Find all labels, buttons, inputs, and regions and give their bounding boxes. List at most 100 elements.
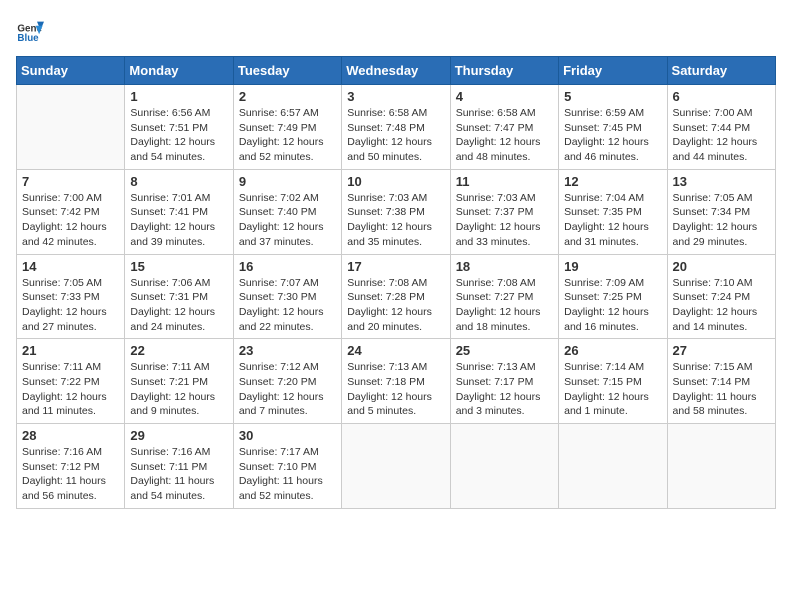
day-number: 6 [673,89,770,104]
calendar-week-row: 1 Sunrise: 6:56 AMSunset: 7:51 PMDaylight… [17,85,776,170]
calendar-cell: 1 Sunrise: 6:56 AMSunset: 7:51 PMDaylight… [125,85,233,170]
day-number: 23 [239,343,336,358]
day-info: Sunrise: 7:00 AMSunset: 7:44 PMDaylight:… [673,106,770,165]
calendar-cell: 19 Sunrise: 7:09 AMSunset: 7:25 PMDayligh… [559,254,667,339]
calendar-cell [559,424,667,509]
logo: Gene Blue [16,16,48,44]
calendar-cell: 12 Sunrise: 7:04 AMSunset: 7:35 PMDayligh… [559,169,667,254]
calendar-cell: 24 Sunrise: 7:13 AMSunset: 7:18 PMDayligh… [342,339,450,424]
calendar-header-row: SundayMondayTuesdayWednesdayThursdayFrid… [17,57,776,85]
svg-text:Blue: Blue [17,33,39,44]
day-number: 17 [347,259,444,274]
calendar-cell [342,424,450,509]
day-info: Sunrise: 6:59 AMSunset: 7:45 PMDaylight:… [564,106,661,165]
day-number: 22 [130,343,227,358]
calendar-cell: 28 Sunrise: 7:16 AMSunset: 7:12 PMDayligh… [17,424,125,509]
day-number: 3 [347,89,444,104]
day-number: 25 [456,343,553,358]
day-info: Sunrise: 6:56 AMSunset: 7:51 PMDaylight:… [130,106,227,165]
day-info: Sunrise: 7:16 AMSunset: 7:12 PMDaylight:… [22,445,119,504]
day-number: 18 [456,259,553,274]
calendar-week-row: 7 Sunrise: 7:00 AMSunset: 7:42 PMDaylight… [17,169,776,254]
calendar-cell: 25 Sunrise: 7:13 AMSunset: 7:17 PMDayligh… [450,339,558,424]
calendar-cell: 16Sunrise: 7:07 AMSunset: 7:30 PMDayligh… [233,254,341,339]
day-info: Sunrise: 7:03 AMSunset: 7:37 PMDaylight:… [456,191,553,250]
calendar-cell [667,424,775,509]
day-number: 14 [22,259,119,274]
weekday-header: Friday [559,57,667,85]
calendar-cell: 7 Sunrise: 7:00 AMSunset: 7:42 PMDaylight… [17,169,125,254]
day-info: Sunrise: 7:03 AMSunset: 7:38 PMDaylight:… [347,191,444,250]
weekday-header: Thursday [450,57,558,85]
day-number: 11 [456,174,553,189]
day-info: Sunrise: 7:12 AMSunset: 7:20 PMDaylight:… [239,360,336,419]
day-info: Sunrise: 7:08 AMSunset: 7:27 PMDaylight:… [456,276,553,335]
calendar-cell [450,424,558,509]
day-info: Sunrise: 7:11 AMSunset: 7:22 PMDaylight:… [22,360,119,419]
day-number: 30 [239,428,336,443]
calendar-cell: 15Sunrise: 7:06 AMSunset: 7:31 PMDayligh… [125,254,233,339]
page-header: Gene Blue [16,16,776,44]
day-number: 26 [564,343,661,358]
day-number: 9 [239,174,336,189]
calendar-cell: 9Sunrise: 7:02 AMSunset: 7:40 PMDaylight… [233,169,341,254]
day-info: Sunrise: 6:58 AMSunset: 7:48 PMDaylight:… [347,106,444,165]
logo-icon: Gene Blue [16,16,44,44]
day-number: 12 [564,174,661,189]
day-info: Sunrise: 7:15 AMSunset: 7:14 PMDaylight:… [673,360,770,419]
day-info: Sunrise: 7:11 AMSunset: 7:21 PMDaylight:… [130,360,227,419]
calendar-cell: 13Sunrise: 7:05 AMSunset: 7:34 PMDayligh… [667,169,775,254]
day-info: Sunrise: 7:13 AMSunset: 7:17 PMDaylight:… [456,360,553,419]
calendar-cell: 3 Sunrise: 6:58 AMSunset: 7:48 PMDaylight… [342,85,450,170]
calendar-cell: 8 Sunrise: 7:01 AMSunset: 7:41 PMDaylight… [125,169,233,254]
day-number: 5 [564,89,661,104]
day-info: Sunrise: 7:09 AMSunset: 7:25 PMDaylight:… [564,276,661,335]
day-info: Sunrise: 7:14 AMSunset: 7:15 PMDaylight:… [564,360,661,419]
day-info: Sunrise: 7:16 AMSunset: 7:11 PMDaylight:… [130,445,227,504]
calendar-cell: 6 Sunrise: 7:00 AMSunset: 7:44 PMDaylight… [667,85,775,170]
calendar-cell: 18 Sunrise: 7:08 AMSunset: 7:27 PMDayligh… [450,254,558,339]
day-info: Sunrise: 7:08 AMSunset: 7:28 PMDaylight:… [347,276,444,335]
day-number: 1 [130,89,227,104]
day-info: Sunrise: 7:13 AMSunset: 7:18 PMDaylight:… [347,360,444,419]
calendar-cell: 11 Sunrise: 7:03 AMSunset: 7:37 PMDayligh… [450,169,558,254]
day-info: Sunrise: 7:04 AMSunset: 7:35 PMDaylight:… [564,191,661,250]
day-info: Sunrise: 7:00 AMSunset: 7:42 PMDaylight:… [22,191,119,250]
day-info: Sunrise: 7:01 AMSunset: 7:41 PMDaylight:… [130,191,227,250]
calendar-cell: 26 Sunrise: 7:14 AMSunset: 7:15 PMDayligh… [559,339,667,424]
day-number: 29 [130,428,227,443]
weekday-header: Monday [125,57,233,85]
calendar-week-row: 14 Sunrise: 7:05 AMSunset: 7:33 PMDayligh… [17,254,776,339]
calendar-week-row: 28 Sunrise: 7:16 AMSunset: 7:12 PMDayligh… [17,424,776,509]
weekday-header: Saturday [667,57,775,85]
calendar-cell: 27 Sunrise: 7:15 AMSunset: 7:14 PMDayligh… [667,339,775,424]
day-number: 8 [130,174,227,189]
day-number: 27 [673,343,770,358]
calendar-cell: 21Sunrise: 7:11 AMSunset: 7:22 PMDayligh… [17,339,125,424]
weekday-header: Sunday [17,57,125,85]
day-number: 28 [22,428,119,443]
day-number: 24 [347,343,444,358]
day-number: 15 [130,259,227,274]
day-info: Sunrise: 7:05 AMSunset: 7:34 PMDaylight:… [673,191,770,250]
calendar-week-row: 21Sunrise: 7:11 AMSunset: 7:22 PMDayligh… [17,339,776,424]
day-info: Sunrise: 7:10 AMSunset: 7:24 PMDaylight:… [673,276,770,335]
day-number: 4 [456,89,553,104]
day-number: 20 [673,259,770,274]
calendar-cell [17,85,125,170]
calendar-cell: 5 Sunrise: 6:59 AMSunset: 7:45 PMDaylight… [559,85,667,170]
weekday-header: Wednesday [342,57,450,85]
day-number: 16 [239,259,336,274]
calendar-cell: 22 Sunrise: 7:11 AMSunset: 7:21 PMDayligh… [125,339,233,424]
day-info: Sunrise: 7:05 AMSunset: 7:33 PMDaylight:… [22,276,119,335]
day-number: 2 [239,89,336,104]
calendar-cell: 30Sunrise: 7:17 AMSunset: 7:10 PMDayligh… [233,424,341,509]
day-info: Sunrise: 6:58 AMSunset: 7:47 PMDaylight:… [456,106,553,165]
calendar-cell: 23 Sunrise: 7:12 AMSunset: 7:20 PMDayligh… [233,339,341,424]
day-number: 19 [564,259,661,274]
calendar-cell: 2Sunrise: 6:57 AMSunset: 7:49 PMDaylight… [233,85,341,170]
calendar-cell: 29 Sunrise: 7:16 AMSunset: 7:11 PMDayligh… [125,424,233,509]
calendar-cell: 20 Sunrise: 7:10 AMSunset: 7:24 PMDayligh… [667,254,775,339]
calendar-cell: 4 Sunrise: 6:58 AMSunset: 7:47 PMDaylight… [450,85,558,170]
day-number: 7 [22,174,119,189]
